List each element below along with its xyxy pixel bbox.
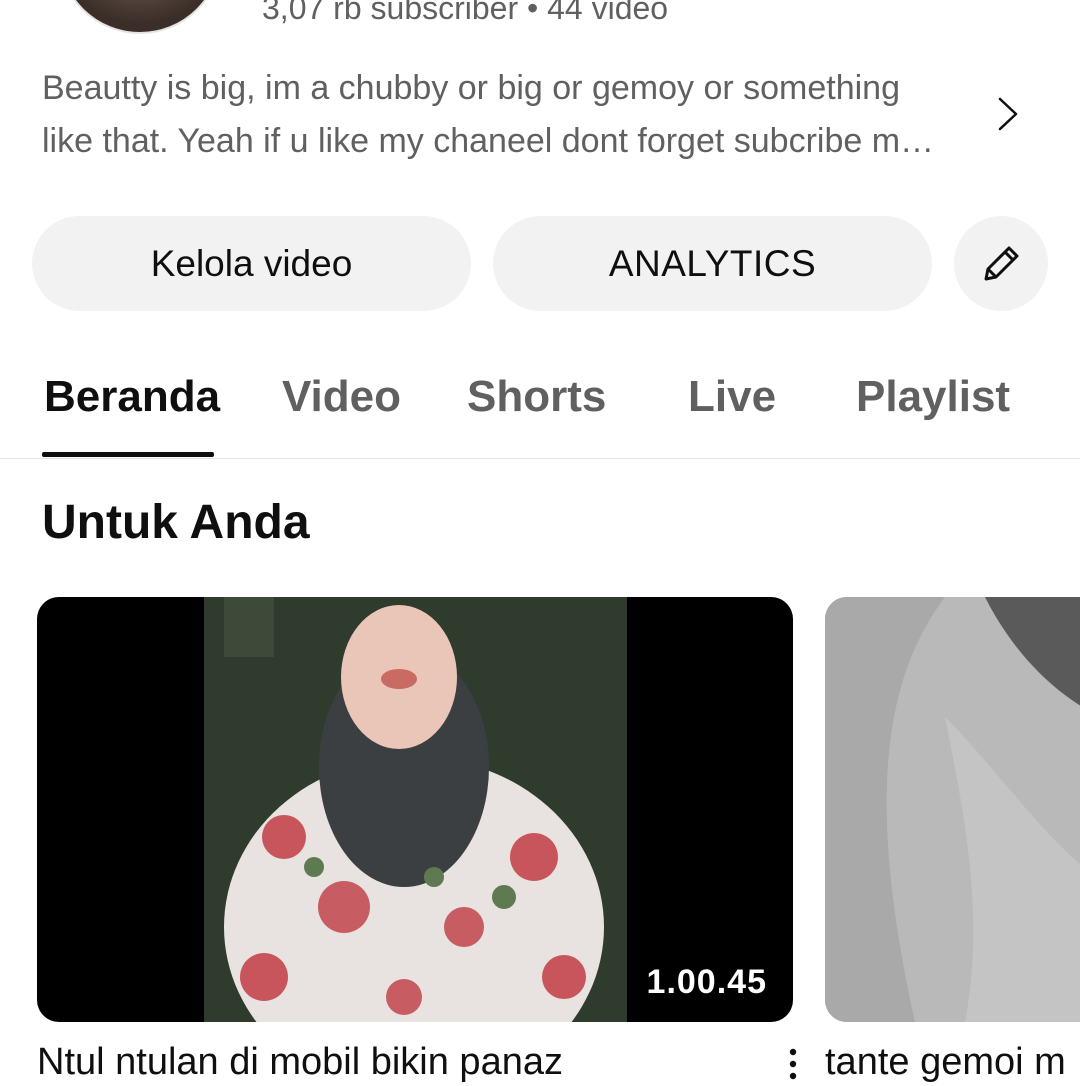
video-title[interactable]: Ntul ntulan di mobil bikin panaz bbox=[37, 1038, 563, 1086]
channel-stats: 3,07 rb subscriber • 44 video bbox=[262, 0, 669, 26]
tab-shorts[interactable]: Shorts bbox=[467, 372, 606, 422]
video-duration: 1.00.45 bbox=[634, 957, 779, 1008]
pencil-icon bbox=[984, 246, 1019, 280]
tab-live[interactable]: Live bbox=[688, 372, 776, 422]
analytics-label: ANALYTICS bbox=[608, 242, 817, 284]
tab-beranda[interactable]: Beranda bbox=[44, 372, 220, 422]
manage-videos-label: Kelola video bbox=[150, 242, 353, 284]
section-title: Untuk Anda bbox=[42, 496, 310, 549]
analytics-button[interactable]: ANALYTICS bbox=[493, 216, 932, 311]
video-title[interactable]: tante gemoi m bbox=[825, 1038, 1066, 1086]
edit-channel-button[interactable] bbox=[954, 216, 1048, 311]
chevron-right-icon[interactable] bbox=[992, 94, 1022, 134]
description-line-2: like that. Yeah if u like my chaneel don… bbox=[42, 122, 935, 160]
video-thumbnail[interactable] bbox=[825, 597, 1080, 1022]
channel-tabs: Beranda Video Shorts Live Playlist bbox=[0, 350, 1080, 459]
thumbnail-image bbox=[204, 597, 627, 1022]
tab-video[interactable]: Video bbox=[282, 372, 401, 422]
channel-avatar[interactable] bbox=[58, 0, 222, 34]
description-line-1: Beautty is big, im a chubby or big or ge… bbox=[42, 69, 900, 107]
manage-videos-button[interactable]: Kelola video bbox=[32, 216, 471, 311]
more-vertical-icon[interactable] bbox=[783, 1046, 803, 1086]
channel-description[interactable]: Beautty is big, im a chubby or big or ge… bbox=[42, 62, 972, 168]
video-thumbnail[interactable]: 1.00.45 bbox=[37, 597, 793, 1022]
video-frame bbox=[204, 597, 627, 1022]
active-tab-indicator bbox=[42, 452, 214, 457]
thumbnail-image bbox=[825, 597, 1080, 1022]
tab-playlist[interactable]: Playlist bbox=[856, 372, 1010, 422]
